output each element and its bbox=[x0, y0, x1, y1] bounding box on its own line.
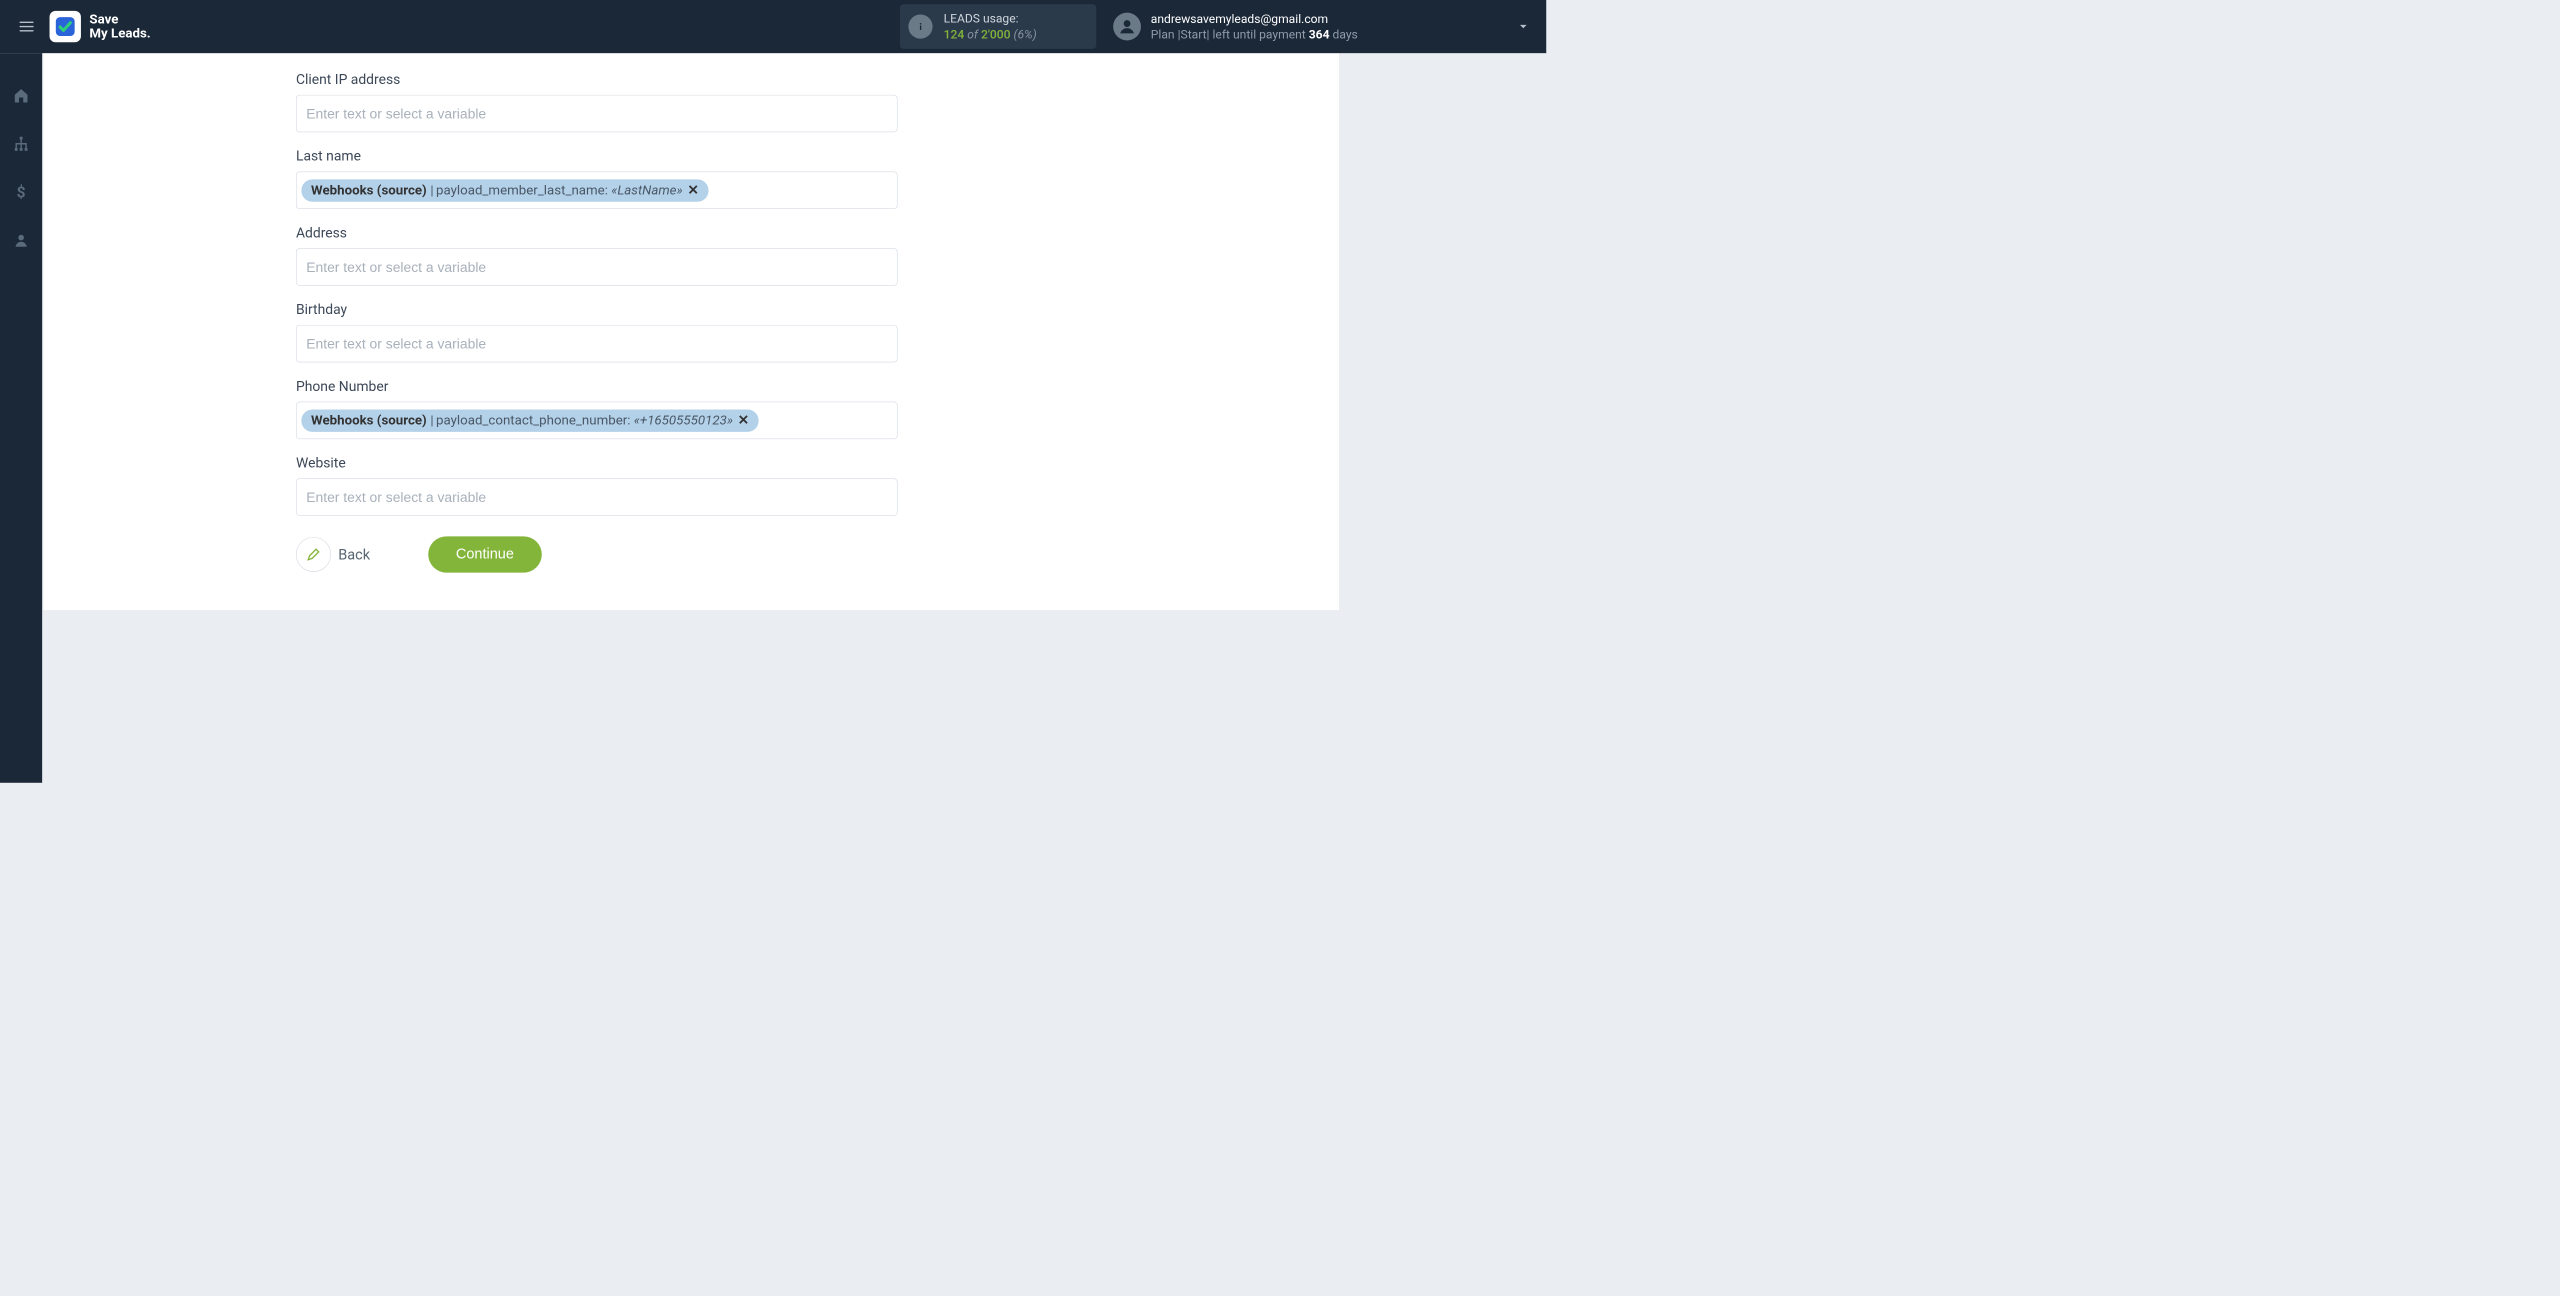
header-bar: Save My Leads. LEADS usage: 124 of 2'000… bbox=[0, 0, 1546, 53]
field-last-name: Last name Webhooks (source) | payload_me… bbox=[296, 148, 898, 209]
variable-chip[interactable]: Webhooks (source) | payload_contact_phon… bbox=[301, 409, 758, 431]
leads-usage-box[interactable]: LEADS usage: 124 of 2'000 (6%) bbox=[900, 4, 1096, 49]
sidebar-item-account[interactable] bbox=[8, 227, 35, 254]
back-label: Back bbox=[338, 546, 370, 563]
field-birthday: Birthday bbox=[296, 301, 898, 362]
field-label: Phone Number bbox=[296, 378, 898, 394]
content-area: Client IP address Last name Webhooks (so… bbox=[42, 53, 1546, 783]
svg-text:$: $ bbox=[17, 184, 26, 201]
info-icon bbox=[909, 14, 933, 38]
dollar-icon: $ bbox=[13, 184, 30, 201]
form-card: Client IP address Last name Webhooks (so… bbox=[43, 53, 1339, 610]
birthday-input[interactable] bbox=[296, 325, 898, 362]
menu-toggle-button[interactable] bbox=[14, 14, 38, 38]
phone-number-input[interactable]: Webhooks (source) | payload_contact_phon… bbox=[296, 402, 898, 439]
field-label: Address bbox=[296, 225, 898, 241]
field-label: Client IP address bbox=[296, 71, 898, 87]
sidebar-item-connections[interactable] bbox=[8, 130, 35, 157]
address-input[interactable] bbox=[296, 248, 898, 285]
user-icon bbox=[13, 232, 30, 249]
client-ip-input[interactable] bbox=[296, 95, 898, 132]
last-name-input[interactable]: Webhooks (source) | payload_member_last_… bbox=[296, 172, 898, 209]
field-label: Website bbox=[296, 455, 898, 471]
hamburger-icon bbox=[18, 18, 35, 35]
home-icon bbox=[13, 87, 30, 104]
website-input[interactable] bbox=[296, 478, 898, 515]
sidebar-item-home[interactable] bbox=[8, 82, 35, 109]
mapping-form: Client IP address Last name Webhooks (so… bbox=[296, 71, 898, 572]
app-logo[interactable] bbox=[50, 11, 81, 42]
user-icon bbox=[1118, 18, 1136, 36]
network-icon bbox=[13, 135, 30, 152]
field-label: Last name bbox=[296, 148, 898, 164]
form-actions: Back Continue bbox=[296, 536, 898, 572]
account-box[interactable]: andrewsavemyleads@gmail.com Plan |Start|… bbox=[1113, 11, 1357, 42]
field-phone-number: Phone Number Webhooks (source) | payload… bbox=[296, 378, 898, 439]
app-title: Save My Leads. bbox=[89, 13, 150, 41]
pencil-icon bbox=[306, 547, 322, 563]
chip-remove-button[interactable]: ✕ bbox=[687, 183, 698, 198]
leads-usage-text: LEADS usage: 124 of 2'000 (6%) bbox=[944, 10, 1037, 43]
back-circle bbox=[296, 537, 331, 572]
sidebar-item-billing[interactable]: $ bbox=[8, 179, 35, 206]
field-client-ip: Client IP address bbox=[296, 71, 898, 132]
chip-remove-button[interactable]: ✕ bbox=[738, 413, 749, 428]
sidebar: $ bbox=[0, 53, 42, 783]
continue-button[interactable]: Continue bbox=[428, 536, 542, 572]
chevron-down-icon bbox=[1517, 20, 1530, 33]
field-website: Website bbox=[296, 455, 898, 516]
field-address: Address bbox=[296, 225, 898, 286]
avatar bbox=[1113, 13, 1141, 41]
back-button[interactable]: Back bbox=[296, 537, 370, 572]
variable-chip[interactable]: Webhooks (source) | payload_member_last_… bbox=[301, 179, 708, 201]
field-label: Birthday bbox=[296, 301, 898, 317]
account-dropdown-toggle[interactable] bbox=[1515, 18, 1532, 35]
check-icon bbox=[55, 16, 76, 37]
account-text: andrewsavemyleads@gmail.com Plan |Start|… bbox=[1151, 11, 1358, 42]
